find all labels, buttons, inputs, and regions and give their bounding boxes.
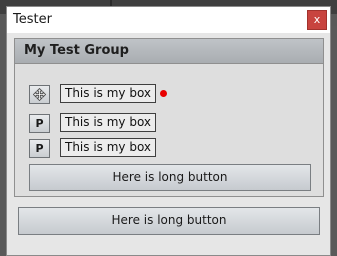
group-title: My Test Group [24,43,129,58]
tester-window: Tester x My Test Group This is my box P … [6,6,331,256]
box-label-2: This is my box [60,113,157,132]
status-dot [160,90,167,97]
background-strip [331,26,337,256]
p-button-1[interactable]: P [29,114,50,133]
move-icon [32,87,47,102]
close-button[interactable]: x [307,10,327,30]
group-long-button[interactable]: Here is long button [29,164,311,191]
title-bar[interactable]: Tester x [7,7,330,33]
box-label-1: This is my box [60,84,157,103]
my-test-group: My Test Group This is my box P This is m… [14,38,324,197]
group-header[interactable]: My Test Group [15,39,323,64]
move-button[interactable] [29,85,50,104]
box-label-3: This is my box [60,138,157,157]
window-title: Tester [13,12,52,27]
footer-long-button[interactable]: Here is long button [18,207,320,235]
p-button-2[interactable]: P [29,139,50,158]
